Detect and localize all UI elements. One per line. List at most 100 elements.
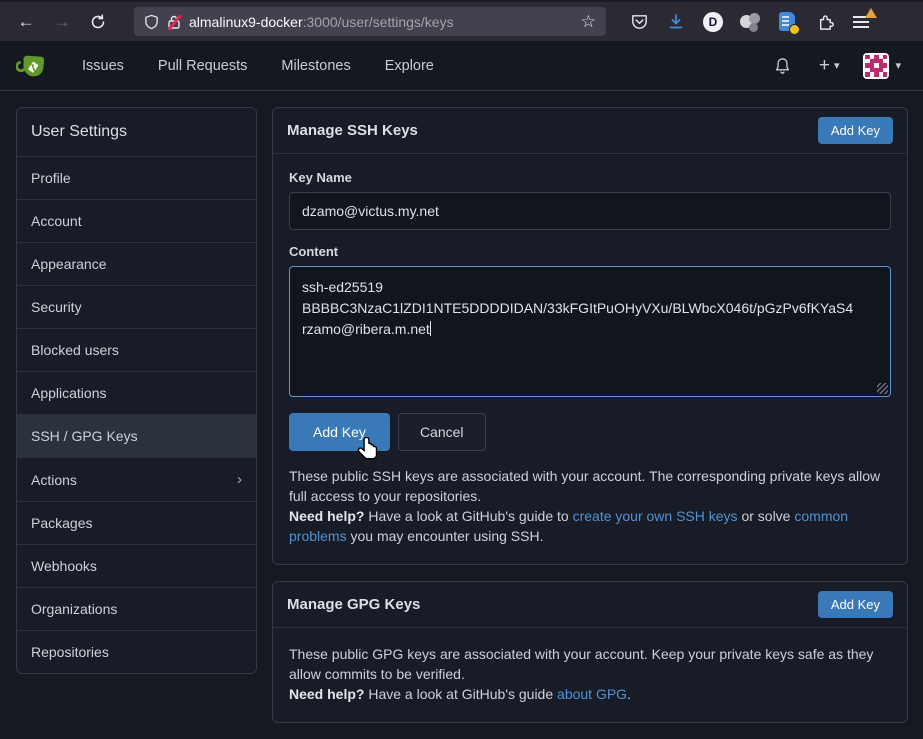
gitea-logo-icon[interactable] [16, 51, 46, 81]
sidebar-item-profile[interactable]: Profile [17, 157, 256, 200]
sidebar-item-packages[interactable]: Packages [17, 502, 256, 545]
extension-d-button[interactable]: D [698, 8, 728, 36]
sidebar-item-label: Organizations [31, 601, 117, 617]
ssh-panel-header: Manage SSH Keys Add Key [273, 108, 907, 154]
sidebar-item-label: Blocked users [31, 342, 119, 358]
nav-item-pull-requests[interactable]: Pull Requests [144, 50, 261, 82]
gitea-navbar: Issues Pull Requests Milestones Explore … [0, 41, 923, 91]
sidebar-item-ssh-gpg-keys[interactable]: SSH / GPG Keys [17, 415, 256, 458]
help-text: Have a look at GitHub's guide [364, 686, 557, 702]
extension-gray-icon [740, 12, 760, 32]
plus-icon: + [819, 56, 830, 75]
text-caret [430, 321, 432, 336]
reload-button[interactable] [82, 8, 114, 36]
ssh-help-line2: Need help? Have a look at GitHub's guide… [289, 506, 891, 546]
content-label: Content [289, 244, 891, 259]
shield-icon[interactable] [144, 14, 159, 30]
sidebar-item-appearance[interactable]: Appearance [17, 243, 256, 286]
about-gpg-link[interactable]: about GPG [557, 686, 627, 702]
help-text: you may encounter using SSH. [347, 528, 544, 544]
add-key-submit-button[interactable]: Add Key [289, 413, 390, 451]
nav-item-explore[interactable]: Explore [371, 50, 448, 82]
browser-toolbar: ← → almalinux9-docker:3000/user/settings… [0, 0, 923, 41]
download-icon [667, 13, 685, 31]
url-bar[interactable]: almalinux9-docker:3000/user/settings/key… [134, 7, 606, 36]
navbar-right: + ▾ ▾ [764, 49, 907, 83]
update-badge-icon [865, 8, 877, 18]
gpg-panel-body: These public GPG keys are associated wit… [273, 628, 907, 722]
create-new-button[interactable]: + ▾ [811, 50, 848, 81]
ssh-panel-title: Manage SSH Keys [287, 122, 418, 139]
url-host: almalinux9-docker [189, 14, 303, 30]
sidebar-item-label: Packages [31, 515, 92, 531]
gpg-panel-header: Manage GPG Keys Add Key [273, 582, 907, 628]
sidebar-item-blocked-users[interactable]: Blocked users [17, 329, 256, 372]
gpg-help-text: These public GPG keys are associated wit… [289, 644, 891, 704]
sidebar-item-label: Appearance [31, 256, 107, 272]
create-ssh-keys-link[interactable]: create your own SSH keys [573, 508, 738, 524]
help-text: Have a look at GitHub's guide to [364, 508, 572, 524]
notifications-button[interactable] [764, 51, 801, 81]
create-caret-icon: ▾ [834, 59, 840, 72]
bell-icon [774, 57, 791, 75]
gpg-panel-title: Manage GPG Keys [287, 596, 420, 613]
key-content-textarea[interactable]: ssh-ed25519 BBBBC3NzaC1lZDI1NTE5DDDDIDAN… [289, 266, 891, 397]
nav-item-issues[interactable]: Issues [68, 50, 138, 82]
extension-d-icon: D [703, 12, 723, 32]
sidebar-item-actions[interactable]: Actions› [17, 458, 256, 502]
ssh-panel-body: Key Name Content ssh-ed25519 BBBBC3NzaC1… [273, 154, 907, 564]
forward-button[interactable]: → [46, 8, 78, 36]
sidebar-item-webhooks[interactable]: Webhooks [17, 545, 256, 588]
key-name-input[interactable] [289, 192, 891, 230]
user-menu-button[interactable]: ▾ [857, 49, 907, 83]
doc-badge [789, 24, 800, 35]
menu-button[interactable] [846, 8, 876, 36]
extensions-button[interactable] [809, 8, 839, 36]
pocket-button[interactable] [624, 8, 654, 36]
bookmark-star-icon[interactable]: ☆ [581, 12, 596, 32]
extension-gray-button[interactable] [735, 8, 765, 36]
form-buttons: Add Key Cancel [289, 413, 891, 451]
user-caret-icon: ▾ [895, 59, 901, 72]
sidebar-item-label: Repositories [31, 644, 109, 660]
sidebar-item-label: Account [31, 213, 82, 229]
ssh-help-line1: These public SSH keys are associated wit… [289, 466, 891, 506]
forward-icon: → [54, 12, 71, 32]
gpg-help-line2: Need help? Have a look at GitHub's guide… [289, 684, 891, 704]
nav-item-milestones[interactable]: Milestones [267, 50, 364, 82]
manage-gpg-keys-panel: Manage GPG Keys Add Key These public GPG… [272, 581, 908, 723]
sidebar-item-label: Security [31, 299, 82, 315]
sidebar-item-label: SSH / GPG Keys [31, 428, 138, 444]
back-button[interactable]: ← [10, 8, 42, 36]
gpg-add-key-toggle-button[interactable]: Add Key [818, 591, 893, 618]
sidebar-item-applications[interactable]: Applications [17, 372, 256, 415]
key-name-label: Key Name [289, 170, 891, 185]
pocket-icon [630, 12, 649, 31]
need-help-label: Need help? [289, 508, 364, 524]
toolbar-extensions: D [624, 8, 876, 36]
gpg-desc: These public GPG keys are associated wit… [289, 644, 891, 684]
cancel-button[interactable]: Cancel [398, 413, 486, 451]
settings-sidebar: User Settings Profile Account Appearance… [16, 107, 257, 674]
help-text: . [627, 686, 631, 702]
resize-grip[interactable] [877, 383, 888, 394]
ssh-add-key-toggle-button[interactable]: Add Key [818, 117, 893, 144]
settings-main: Manage SSH Keys Add Key Key Name Content… [272, 107, 908, 739]
sidebar-item-label: Actions [31, 472, 77, 488]
extension-doc-button[interactable] [772, 8, 802, 36]
sidebar-item-security[interactable]: Security [17, 286, 256, 329]
sidebar-item-label: Profile [31, 170, 71, 186]
sidebar-item-repositories[interactable]: Repositories [17, 631, 256, 673]
sidebar-title: User Settings [17, 108, 256, 157]
help-text: or solve [738, 508, 795, 524]
back-icon: ← [18, 12, 35, 32]
url-path: :3000/user/settings/keys [303, 14, 454, 30]
url-text: almalinux9-docker:3000/user/settings/key… [189, 14, 573, 30]
sidebar-item-organizations[interactable]: Organizations [17, 588, 256, 631]
sidebar-item-label: Applications [31, 385, 107, 401]
downloads-button[interactable] [661, 8, 691, 36]
extensions-puzzle-icon [815, 12, 834, 31]
reload-icon [90, 14, 106, 30]
sidebar-item-account[interactable]: Account [17, 200, 256, 243]
insecure-lock-icon[interactable] [167, 14, 181, 30]
